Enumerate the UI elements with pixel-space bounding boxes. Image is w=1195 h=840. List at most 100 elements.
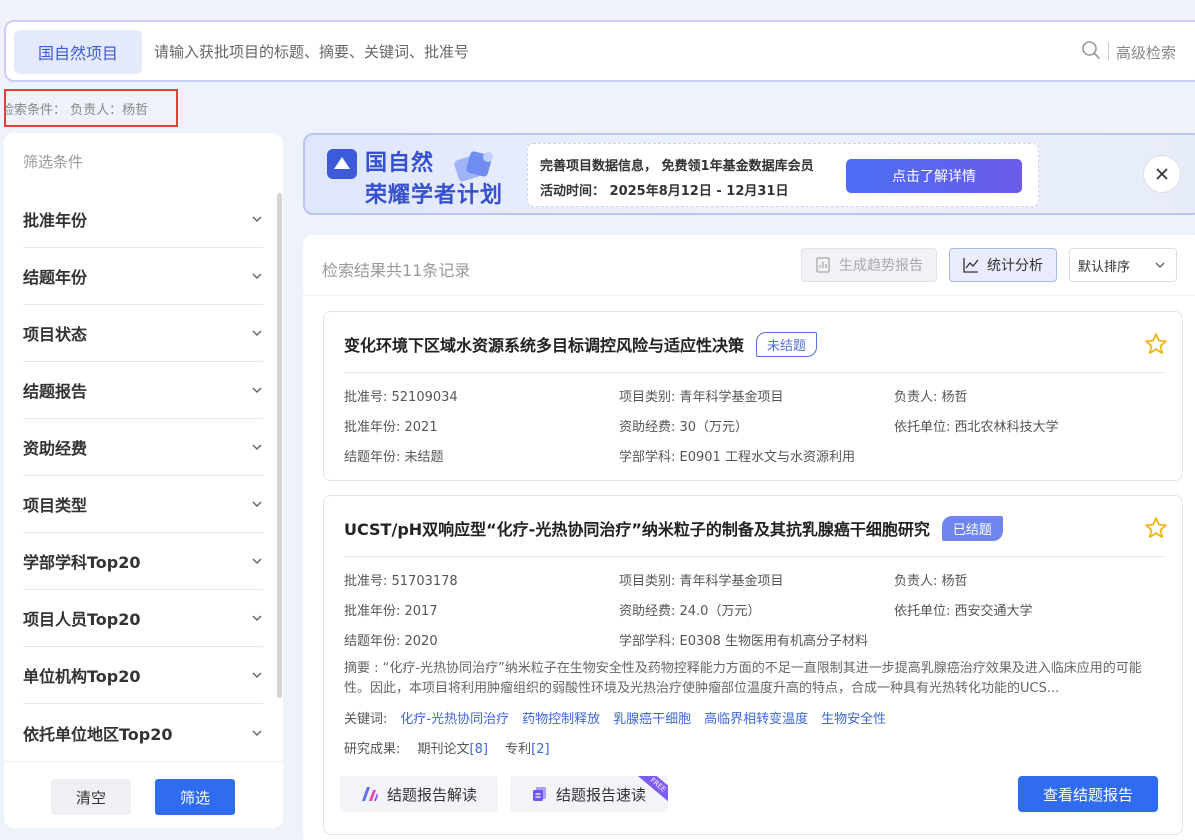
funding-amount: 资助经费: 24.0（万元） — [619, 604, 761, 619]
keywords-row: 关键词: 化疗-光热协同治疗 药物控制释放 乳腺癌干细胞 高临界相转变温度 生物安全性 — [344, 708, 886, 727]
filter-button[interactable]: 筛选 — [155, 779, 235, 815]
result-title[interactable]: 变化环境下区域水资源系统多目标调控风险与适应性决策 — [344, 336, 744, 355]
search-divider — [1108, 42, 1109, 60]
filter-item-project-type[interactable]: 项目类型 — [23, 476, 263, 533]
view-report-button[interactable]: 查看结题报告 — [1018, 776, 1158, 812]
filter-item-label: 结题年份 — [23, 268, 88, 287]
output-patents-label: 专利 — [505, 742, 532, 757]
funding-amount: 资助经费: 30（万元） — [619, 420, 749, 435]
filter-item-label: 单位机构Top20 — [23, 667, 141, 686]
filter-item-discipline[interactable]: 学部学科Top20 — [23, 533, 263, 590]
discipline: 学部学科: E0901 工程水文与水资源利用 — [619, 450, 855, 465]
host-institution: 依托单位: 西安交通大学 — [894, 604, 1033, 619]
banner-title-line1: 国自然 — [365, 151, 435, 176]
report-quickread-label: 结题报告速读 — [555, 785, 646, 804]
filter-item-label: 资助经费 — [23, 439, 88, 458]
promo-banner: 国自然 荣耀学者计划 完善项目数据信息， 免费领1年基金数据库会员 活动时间： … — [303, 133, 1195, 215]
report-quickread-button[interactable]: 结题报告速读 FREE — [510, 776, 668, 812]
output-papers-label: 期刊论文 — [417, 742, 470, 757]
filter-item-project-status[interactable]: 项目状态 — [23, 305, 263, 362]
output-patents-count[interactable]: [2] — [531, 742, 549, 757]
chevron-down-icon — [252, 615, 262, 622]
end-year: 结题年份: 2020 — [344, 634, 438, 649]
result-card[interactable]: 变化环境下区域水资源系统多目标调控风险与适应性决策 未结题 批准号: 521090… — [323, 311, 1183, 481]
results-count: 检索结果共11条记录 — [322, 261, 471, 280]
banner-details-button[interactable]: 点击了解详情 — [846, 159, 1022, 193]
close-icon — [1156, 168, 1168, 180]
results-panel: 检索结果共11条记录 生成趋势报告 统计分析 默认排序 变化环境下区域水资源系统… — [303, 235, 1195, 840]
result-card-title-row: 变化环境下区域水资源系统多目标调控风险与适应性决策 未结题 — [344, 332, 818, 357]
line-chart-icon — [963, 258, 979, 273]
keywords-label: 关键词: — [344, 712, 388, 727]
result-card[interactable]: UCST/pH双响应型“化疗-光热协同治疗”纳米粒子的制备及其抗乳腺癌干细胞研究… — [323, 495, 1183, 835]
filter-item-funding[interactable]: 资助经费 — [23, 419, 263, 476]
filter-item-approval-year[interactable]: 批准年份 — [23, 191, 263, 248]
search-icon[interactable] — [1081, 40, 1101, 60]
end-year: 结题年份: 未结题 — [344, 450, 444, 465]
filter-list: 批准年份 结题年份 项目状态 结题报告 资助经费 项目类型 学部学科Top20 … — [23, 191, 263, 761]
document-icon — [532, 787, 546, 801]
filter-item-label: 项目状态 — [23, 325, 88, 344]
search-criteria: 检索条件： 负责人：杨哲 — [4, 89, 178, 127]
approval-number: 批准号: 52109034 — [344, 390, 458, 405]
banner-close-button[interactable] — [1143, 155, 1181, 193]
chevron-down-icon — [252, 729, 262, 736]
card-divider — [344, 556, 1164, 557]
approval-year: 批准年份: 2017 — [344, 604, 438, 619]
filter-scrollbar[interactable] — [277, 193, 282, 698]
trend-report-label: 生成趋势报告 — [839, 258, 923, 274]
chevron-down-icon — [252, 387, 262, 394]
clear-button[interactable]: 清空 — [51, 779, 131, 815]
filter-item-personnel[interactable]: 项目人员Top20 — [23, 590, 263, 647]
star-icon[interactable] — [1144, 516, 1168, 540]
filter-panel-title: 筛选条件 — [23, 153, 84, 171]
outputs-label: 研究成果: — [344, 742, 401, 757]
sort-select[interactable]: 默认排序 — [1069, 248, 1177, 282]
chevron-down-icon — [1155, 262, 1165, 268]
banner-info-line1: 完善项目数据信息， 免费领1年基金数据库会员 — [540, 159, 814, 174]
filter-item-end-year[interactable]: 结题年份 — [23, 248, 263, 305]
nsfc-logo-icon — [327, 149, 357, 179]
search-bar: 国自然项目 高级检索 — [4, 20, 1195, 82]
filter-item-final-report[interactable]: 结题报告 — [23, 362, 263, 419]
chevron-down-icon — [252, 501, 262, 508]
output-papers[interactable]: 期刊论文[8] — [418, 742, 488, 757]
search-input[interactable] — [154, 30, 1034, 74]
statistics-label: 统计分析 — [987, 258, 1043, 274]
keyword-link[interactable]: 药物控制释放 — [522, 712, 600, 727]
filter-item-label: 依托单位地区Top20 — [23, 724, 173, 744]
project-category: 项目类别: 青年科学基金项目 — [619, 390, 784, 405]
keyword-link[interactable]: 生物安全性 — [821, 712, 886, 727]
report-interpret-button[interactable]: 结题报告解读 — [340, 776, 498, 812]
statistics-button[interactable]: 统计分析 — [949, 248, 1057, 282]
project-leader: 负责人: 杨哲 — [894, 390, 968, 405]
chevron-down-icon — [252, 216, 262, 223]
filter-item-label: 结题报告 — [23, 382, 88, 401]
star-icon[interactable] — [1144, 332, 1168, 356]
status-badge: 已结题 — [941, 516, 1003, 541]
approval-number: 批准号: 51703178 — [344, 574, 458, 589]
filter-panel: 筛选条件 批准年份 结题年份 项目状态 结题报告 资助经费 项目类型 学部学科T… — [4, 133, 283, 828]
search-scope-button[interactable]: 国自然项目 — [14, 30, 142, 74]
keyword-link[interactable]: 乳腺癌干细胞 — [613, 712, 691, 727]
host-institution: 依托单位: 西北农林科技大学 — [894, 420, 1059, 435]
report-chart-icon — [816, 257, 830, 273]
advanced-search-link[interactable]: 高级检索 — [1116, 42, 1176, 63]
banner-info-line2: 活动时间： 2025年8月12日 - 12月31日 — [540, 184, 789, 199]
filter-item-region[interactable]: 依托单位地区Top20 — [23, 704, 263, 761]
output-patents[interactable]: 专利[2] — [505, 742, 549, 757]
keyword-link[interactable]: 高临界相转变温度 — [704, 712, 808, 727]
trend-report-button[interactable]: 生成趋势报告 — [801, 248, 937, 282]
output-papers-count[interactable]: [8] — [470, 742, 488, 757]
card-divider — [344, 372, 1164, 373]
result-card-title-row: UCST/pH双响应型“化疗-光热协同治疗”纳米粒子的制备及其抗乳腺癌干细胞研究… — [344, 516, 1003, 541]
sort-select-value: 默认排序 — [1078, 259, 1131, 275]
filter-item-institution[interactable]: 单位机构Top20 — [23, 647, 263, 704]
keyword-link[interactable]: 化疗-光热协同治疗 — [400, 712, 509, 727]
chevron-down-icon — [252, 444, 262, 451]
status-badge: 未结题 — [756, 332, 818, 357]
project-category: 项目类别: 青年科学基金项目 — [619, 574, 784, 589]
project-leader: 负责人: 杨哲 — [894, 574, 968, 589]
result-title[interactable]: UCST/pH双响应型“化疗-光热协同治疗”纳米粒子的制备及其抗乳腺癌干细胞研究 — [344, 520, 930, 539]
approval-year: 批准年份: 2021 — [344, 420, 438, 435]
